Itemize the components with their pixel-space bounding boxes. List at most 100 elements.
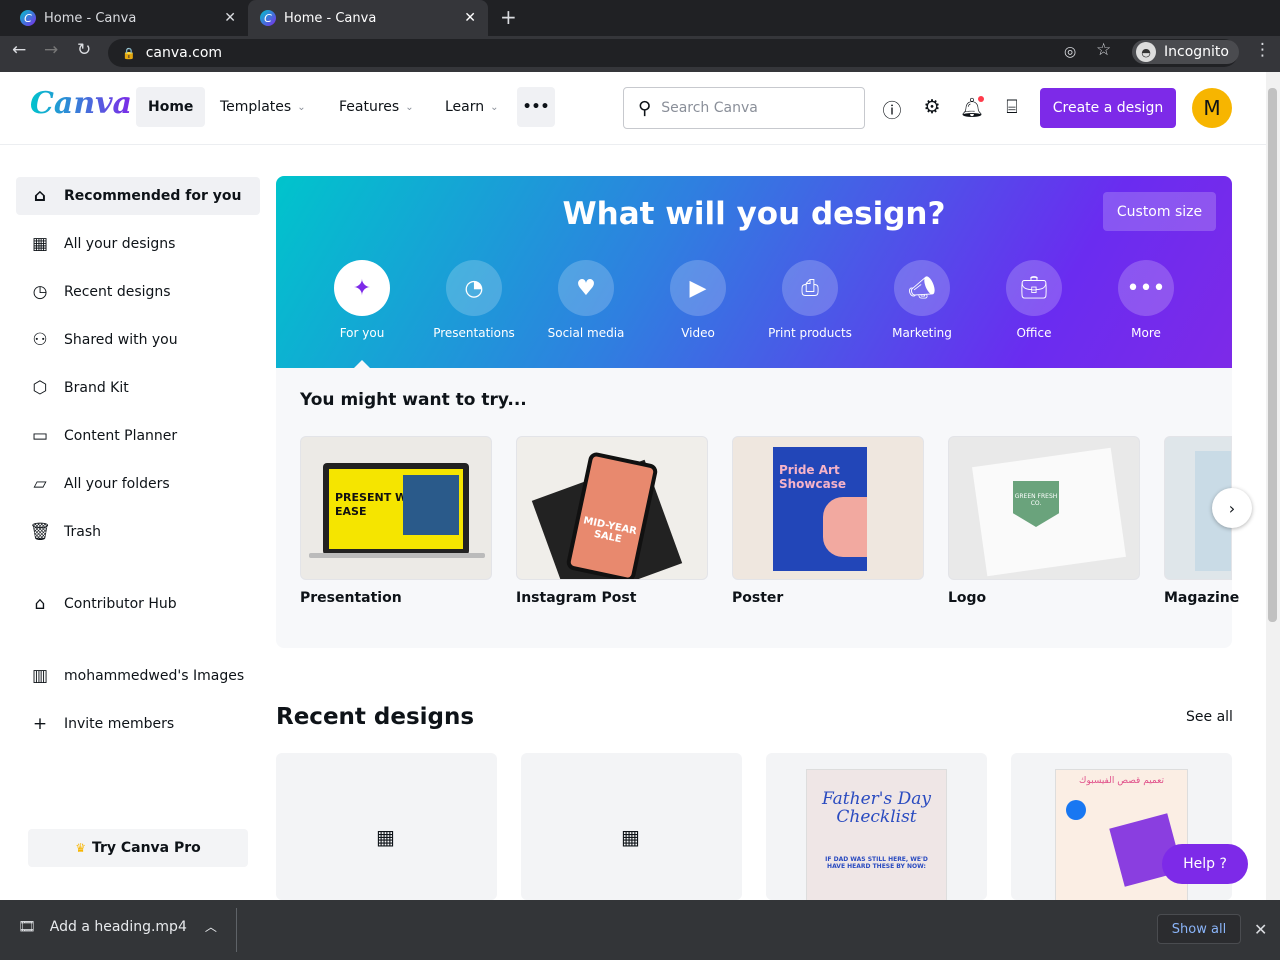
custom-size-button[interactable]: Custom size xyxy=(1103,192,1216,231)
crown-icon: ♛ xyxy=(75,841,86,855)
people-icon: ⚇ xyxy=(32,330,48,350)
more-dots-icon: ••• xyxy=(522,99,550,115)
selected-category-pointer xyxy=(354,360,370,368)
grid-icon: ▦ xyxy=(31,234,49,254)
category-label: For you xyxy=(339,326,385,340)
suggestion-poster-thumb[interactable]: Pride Art Showcase xyxy=(732,436,924,580)
calendar-icon: ▭ xyxy=(31,426,49,446)
forward-icon[interactable]: → xyxy=(44,40,58,60)
plus-icon: + xyxy=(32,714,48,734)
chevron-down-icon: ⌄ xyxy=(490,101,499,113)
close-download-bar-icon[interactable]: ✕ xyxy=(1254,920,1267,939)
help-circle-icon[interactable]: ⓘ xyxy=(880,96,904,123)
recent-design-card[interactable]: Father's Day Checklist IF DAD WAS STILL … xyxy=(766,753,987,900)
video-file-icon: 🎞︎ xyxy=(18,918,36,935)
category-for-you[interactable]: ✦ For you xyxy=(306,260,418,340)
store-icon: ⌂ xyxy=(34,594,46,614)
sidebar-item-recommended[interactable]: ⌂ Recommended for you xyxy=(16,177,260,215)
nav-templates[interactable]: Templates ⌄ xyxy=(208,87,318,127)
category-label: More xyxy=(1131,326,1161,340)
suggestion-label[interactable]: Magazine xyxy=(1164,590,1239,606)
sidebar-item-label: Invite members xyxy=(64,716,175,732)
avatar[interactable]: M xyxy=(1192,88,1232,128)
browser-menu-icon[interactable]: ⋮ xyxy=(1254,40,1271,60)
chevron-right-icon: › xyxy=(1228,498,1236,518)
download-filename: Add a heading.mp4 xyxy=(49,918,187,935)
thumb-text: Father's Day Checklist xyxy=(822,789,931,827)
reload-icon[interactable]: ↻ xyxy=(77,40,91,60)
recent-design-card[interactable]: ▦ xyxy=(276,753,497,900)
close-tab-icon[interactable]: ✕ xyxy=(464,10,476,26)
sidebar-item-images[interactable]: ▥ mohammedwed's Images xyxy=(16,657,260,695)
see-all-link[interactable]: See all xyxy=(1186,709,1233,725)
download-item[interactable]: 🎞︎ Add a heading.mp4 ︿ xyxy=(18,918,217,935)
suggestion-instagram-post-thumb[interactable]: MID-YEAR SALE xyxy=(516,436,708,580)
sidebar-item-invite[interactable]: + Invite members xyxy=(16,705,260,743)
presentation-icon: ◔ xyxy=(446,260,502,316)
sidebar-item-trash[interactable]: 🗑︎ Trash xyxy=(16,513,260,551)
suggestions-title: You might want to try... xyxy=(300,390,527,410)
more-nav-button[interactable]: ••• xyxy=(517,87,555,127)
category-label: Marketing xyxy=(892,326,952,340)
suggestion-label[interactable]: Presentation xyxy=(300,590,402,606)
category-more[interactable]: ••• More xyxy=(1090,260,1202,340)
close-tab-icon[interactable]: ✕ xyxy=(224,10,236,26)
sidebar-item-recent[interactable]: ◷ Recent designs xyxy=(16,273,260,311)
video-camera-icon: ▶ xyxy=(670,260,726,316)
help-button[interactable]: Help ? xyxy=(1162,844,1248,884)
nav-features[interactable]: Features ⌄ xyxy=(327,87,426,127)
suggestion-label[interactable]: Logo xyxy=(948,590,986,606)
browser-tab-active[interactable]: C Home - Canva ✕ xyxy=(248,0,488,36)
category-social-media[interactable]: ♥ Social media xyxy=(530,260,642,340)
category-presentations[interactable]: ◔ Presentations xyxy=(418,260,530,340)
canva-favicon-icon: C xyxy=(260,10,276,26)
recent-designs-title: Recent designs xyxy=(276,704,475,730)
sidebar-item-content-planner[interactable]: ▭ Content Planner xyxy=(16,417,260,455)
suggestion-logo-thumb[interactable]: GREEN FRESH CO. xyxy=(948,436,1140,580)
incognito-badge[interactable]: ◓ Incognito xyxy=(1132,40,1239,64)
carousel-next-button[interactable]: › xyxy=(1212,488,1252,528)
category-print-products[interactable]: ⎙ Print products xyxy=(754,260,866,340)
divider xyxy=(236,908,237,952)
recent-design-card[interactable]: ▦ xyxy=(521,753,742,900)
tab-title: Home - Canva xyxy=(44,10,137,26)
sidebar-item-all-designs[interactable]: ▦ All your designs xyxy=(16,225,260,263)
chevron-up-icon[interactable]: ︿ xyxy=(205,918,217,935)
sidebar-item-folders[interactable]: ▱ All your folders xyxy=(16,465,260,503)
bookmark-star-icon[interactable]: ☆ xyxy=(1096,40,1111,60)
suggestion-presentation-thumb[interactable]: PRESENT WITH EASE xyxy=(300,436,492,580)
sidebar-item-label: All your designs xyxy=(64,236,176,252)
canva-logo[interactable]: Canva xyxy=(30,86,132,121)
sidebar-item-contributor-hub[interactable]: ⌂ Contributor Hub xyxy=(16,585,260,623)
browser-tab[interactable]: C Home - Canva ✕ xyxy=(8,0,248,36)
sidebar-item-label: Trash xyxy=(64,524,101,540)
thumb-subtext: IF DAD WAS STILL HERE, WE'D HAVE HEARD T… xyxy=(825,856,928,870)
nav-home[interactable]: Home xyxy=(136,87,206,127)
sidebar-item-label: mohammedwed's Images xyxy=(64,668,245,684)
tracking-blocked-icon[interactable]: ◎ xyxy=(1064,44,1076,60)
lock-icon: 🔒 xyxy=(122,46,136,60)
suggestion-label[interactable]: Poster xyxy=(732,590,783,606)
scrollbar-thumb[interactable] xyxy=(1268,88,1277,622)
chevron-down-icon: ⌄ xyxy=(405,101,414,113)
category-office[interactable]: 💼︎ Office xyxy=(978,260,1090,340)
gear-icon[interactable]: ⚙ xyxy=(920,96,944,118)
thumb-text: تعميم قصص الفيسبوك xyxy=(1079,776,1164,786)
notification-dot xyxy=(978,96,984,102)
category-video[interactable]: ▶ Video xyxy=(642,260,754,340)
back-icon[interactable]: ← xyxy=(12,40,26,60)
tab-title: Home - Canva xyxy=(284,10,377,26)
show-all-downloads-button[interactable]: Show all xyxy=(1157,914,1241,944)
sidebar-item-shared[interactable]: ⚇ Shared with you xyxy=(16,321,260,359)
gift-icon[interactable]: ⌸ xyxy=(1000,96,1024,118)
chevron-down-icon: ⌄ xyxy=(297,101,306,113)
new-tab-icon[interactable]: + xyxy=(500,5,517,29)
try-canva-pro-button[interactable]: ♛ Try Canva Pro xyxy=(28,829,248,867)
search-input[interactable]: ⚲ Search Canva xyxy=(623,87,865,129)
nav-learn[interactable]: Learn ⌄ xyxy=(433,87,511,127)
sidebar-item-brand-kit[interactable]: ⬡ Brand Kit xyxy=(16,369,260,407)
brand-icon: ⬡ xyxy=(32,378,48,398)
category-marketing[interactable]: 📣︎ Marketing xyxy=(866,260,978,340)
create-design-button[interactable]: Create a design xyxy=(1040,88,1176,128)
suggestion-label[interactable]: Instagram Post xyxy=(516,590,636,606)
